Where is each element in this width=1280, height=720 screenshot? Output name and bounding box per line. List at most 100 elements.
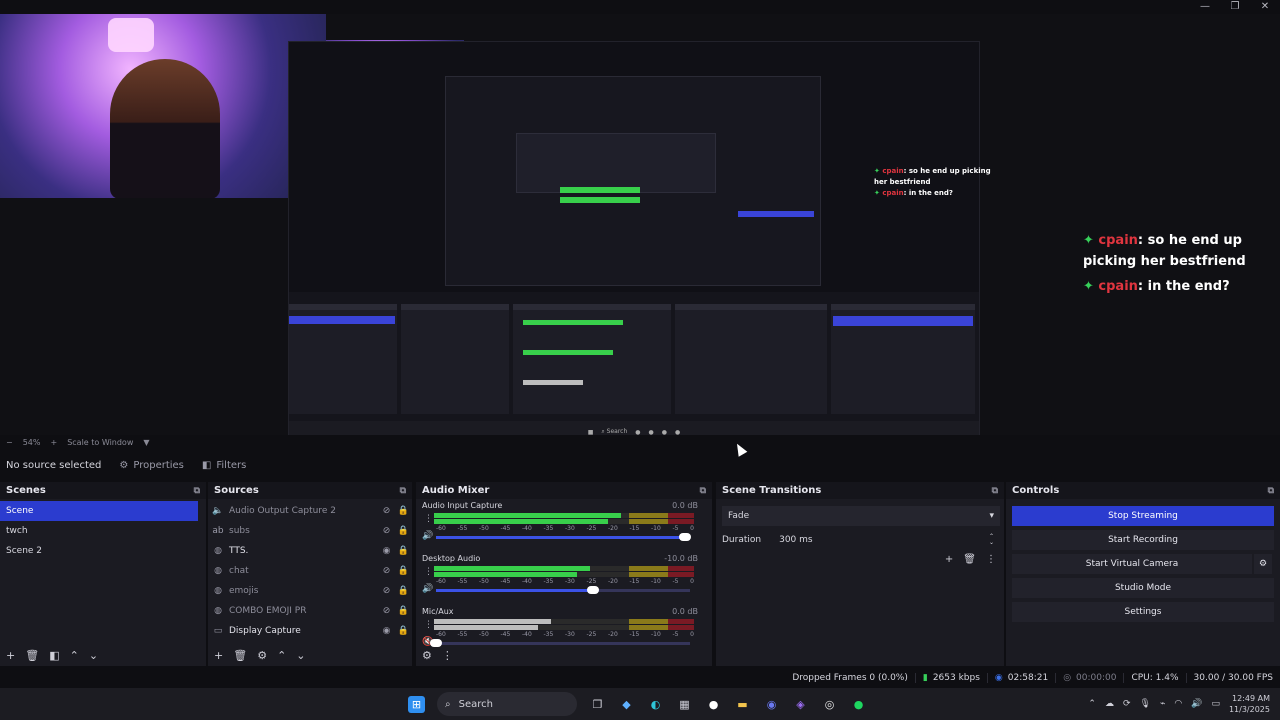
eye-icon[interactable]: ◉ bbox=[378, 626, 395, 636]
eye-off-icon[interactable]: ⊘ bbox=[378, 586, 395, 596]
start-virtual-camera-button[interactable]: Start Virtual Camera bbox=[1012, 554, 1252, 574]
kebab-menu-icon[interactable]: ⋮ bbox=[424, 514, 433, 524]
microphone-icon[interactable]: 🎙 bbox=[1140, 699, 1151, 709]
chevron-down-icon: ▾ bbox=[989, 511, 994, 521]
lock-icon[interactable]: 🔒 bbox=[395, 546, 412, 556]
add-icon[interactable]: + bbox=[214, 649, 223, 662]
chevron-down-icon[interactable]: ▼ bbox=[143, 438, 149, 447]
twitch-icon[interactable]: ◈ bbox=[792, 696, 809, 713]
properties-button[interactable]: ⚙ Properties bbox=[119, 460, 184, 471]
undock-icon[interactable]: ⧉ bbox=[700, 486, 706, 496]
scene-item[interactable]: twch bbox=[0, 521, 206, 541]
lock-icon[interactable]: 🔒 bbox=[395, 526, 412, 536]
source-label: COMBO EMOJI PR bbox=[229, 606, 307, 616]
filters-button[interactable]: ◧ Filters bbox=[202, 460, 246, 471]
store-icon[interactable]: ▦ bbox=[676, 696, 693, 713]
spotify-icon[interactable]: ● bbox=[850, 696, 867, 713]
source-item[interactable]: ▭ Display Capture ◉ 🔒 bbox=[208, 621, 412, 641]
cloud-icon[interactable]: ☁ bbox=[1105, 699, 1114, 709]
clock[interactable]: 12:49 AM 11/3/2025 bbox=[1229, 693, 1270, 715]
zoom-out-icon[interactable]: − bbox=[6, 438, 13, 447]
source-item[interactable]: ab subs ⊘ 🔒 bbox=[208, 521, 412, 541]
filter-icon[interactable]: ◧ bbox=[49, 649, 59, 662]
task-view-icon[interactable]: ❐ bbox=[589, 696, 606, 713]
transition-select[interactable]: Fade ▾ bbox=[722, 506, 1000, 526]
source-item[interactable]: ◍ chat ⊘ 🔒 bbox=[208, 561, 412, 581]
scene-item[interactable]: Scene 2 bbox=[0, 541, 206, 561]
obs-icon[interactable]: ◎ bbox=[821, 696, 838, 713]
volume-icon[interactable]: 🔊 bbox=[1191, 699, 1202, 709]
channel-name: Audio Input Capture bbox=[422, 501, 503, 510]
meter-tick: -50 bbox=[479, 525, 489, 532]
trash-icon[interactable]: 🗑 bbox=[963, 554, 976, 565]
source-label: Audio Output Capture 2 bbox=[229, 506, 336, 516]
settings-button[interactable]: Settings bbox=[1012, 602, 1274, 622]
eye-off-icon[interactable]: ⊘ bbox=[378, 566, 395, 576]
gear-icon[interactable]: ⚙ bbox=[257, 649, 267, 662]
source-item[interactable]: ◍ TTS. ◉ 🔒 bbox=[208, 541, 412, 561]
source-item[interactable]: ◍ emojis ⊘ 🔒 bbox=[208, 581, 412, 601]
scene-item[interactable]: Scene bbox=[0, 501, 198, 521]
move-up-icon[interactable]: ⌃ bbox=[277, 649, 286, 662]
trash-icon[interactable]: 🗑 bbox=[233, 649, 247, 662]
source-item[interactable]: ◍ COMBO EMOJI PR ⊘ 🔒 bbox=[208, 601, 412, 621]
meter-tick: -5 bbox=[672, 578, 679, 585]
undock-icon[interactable]: ⧉ bbox=[992, 486, 998, 496]
edge-icon[interactable]: ◐ bbox=[647, 696, 664, 713]
sync-icon[interactable]: ⟳ bbox=[1123, 699, 1131, 709]
eye-icon[interactable]: ◉ bbox=[378, 546, 395, 556]
volume-slider[interactable] bbox=[436, 533, 691, 541]
volume-icon[interactable]: 🔊 bbox=[422, 584, 433, 594]
undock-icon[interactable]: ⧉ bbox=[400, 486, 406, 496]
kebab-menu-icon[interactable]: ⋮ bbox=[424, 620, 433, 630]
undock-icon[interactable]: ⧉ bbox=[1268, 486, 1274, 496]
kebab-menu-icon[interactable]: ⋮ bbox=[442, 649, 453, 662]
trash-icon[interactable]: 🗑 bbox=[25, 649, 39, 662]
pin-icon[interactable]: ● bbox=[705, 696, 722, 713]
wifi-icon[interactable]: ◠ bbox=[1174, 699, 1182, 709]
source-item[interactable]: 🔈 Audio Output Capture 2 ⊘ 🔒 bbox=[208, 501, 412, 521]
copilot-icon[interactable]: ◆ bbox=[618, 696, 635, 713]
move-down-icon[interactable]: ⌄ bbox=[89, 649, 98, 662]
start-recording-button[interactable]: Start Recording bbox=[1012, 530, 1274, 550]
duration-spinbox[interactable]: 300 ms ⌃ ⌄ bbox=[773, 530, 1000, 550]
kebab-menu-icon[interactable]: ⋮ bbox=[986, 554, 996, 565]
lock-icon[interactable]: 🔒 bbox=[395, 566, 412, 576]
volume-icon[interactable]: 🔊 bbox=[422, 531, 433, 541]
add-icon[interactable]: + bbox=[945, 554, 953, 565]
add-icon[interactable]: + bbox=[6, 649, 15, 662]
close-icon[interactable]: ✕ bbox=[1250, 0, 1280, 14]
file-explorer-icon[interactable]: ▬ bbox=[734, 696, 751, 713]
sources-list: 🔈 Audio Output Capture 2 ⊘ 🔒 ab subs ⊘ 🔒 ◍ TTS. ◉ 🔒… bbox=[208, 501, 412, 644]
eye-off-icon[interactable]: ⊘ bbox=[378, 506, 395, 516]
cpu-usage: CPU: 1.4% bbox=[1123, 673, 1185, 683]
virtual-camera-settings-icon[interactable]: ⚙ bbox=[1254, 554, 1272, 574]
usb-icon[interactable]: ⌁ bbox=[1160, 699, 1165, 709]
eye-off-icon[interactable]: ⊘ bbox=[378, 526, 395, 536]
studio-mode-button[interactable]: Studio Mode bbox=[1012, 578, 1274, 598]
scale-mode-select[interactable]: Scale to Window bbox=[67, 438, 133, 447]
zoom-in-icon[interactable]: + bbox=[50, 438, 57, 447]
lock-icon[interactable]: 🔒 bbox=[395, 606, 412, 616]
audio-mixer-dock: Audio Mixer ⧉ Audio Input Capture 0.0 dB ⋮ -… bbox=[416, 482, 712, 666]
minimize-icon[interactable]: — bbox=[1190, 0, 1220, 14]
meter-tick: -45 bbox=[500, 578, 511, 585]
chevron-up-icon[interactable]: ⌃ bbox=[1088, 699, 1096, 709]
stop-streaming-button[interactable]: Stop Streaming bbox=[1012, 506, 1274, 526]
preview-canvas[interactable]: ■ ⌕ Search ● ● ● ● ✦ cpain: so he end up pick… bbox=[0, 14, 1280, 444]
discord-icon[interactable]: ◉ bbox=[763, 696, 780, 713]
kebab-menu-icon[interactable]: ⋮ bbox=[424, 567, 433, 577]
advanced-audio-icon[interactable]: ⚙ bbox=[422, 649, 432, 662]
battery-icon[interactable]: ▭ bbox=[1211, 699, 1220, 709]
eye-off-icon[interactable]: ⊘ bbox=[378, 606, 395, 616]
volume-slider[interactable] bbox=[436, 586, 690, 594]
move-up-icon[interactable]: ⌃ bbox=[70, 649, 79, 662]
maximize-icon[interactable]: ❐ bbox=[1220, 0, 1250, 14]
lock-icon[interactable]: 🔒 bbox=[395, 586, 412, 596]
undock-icon[interactable]: ⧉ bbox=[194, 486, 200, 496]
windows-start-icon[interactable]: ⊞ bbox=[408, 695, 425, 713]
move-down-icon[interactable]: ⌄ bbox=[296, 649, 305, 662]
lock-icon[interactable]: 🔒 bbox=[395, 626, 412, 636]
taskbar-search[interactable]: ⌕ Search bbox=[437, 692, 577, 716]
lock-icon[interactable]: 🔒 bbox=[395, 506, 412, 516]
